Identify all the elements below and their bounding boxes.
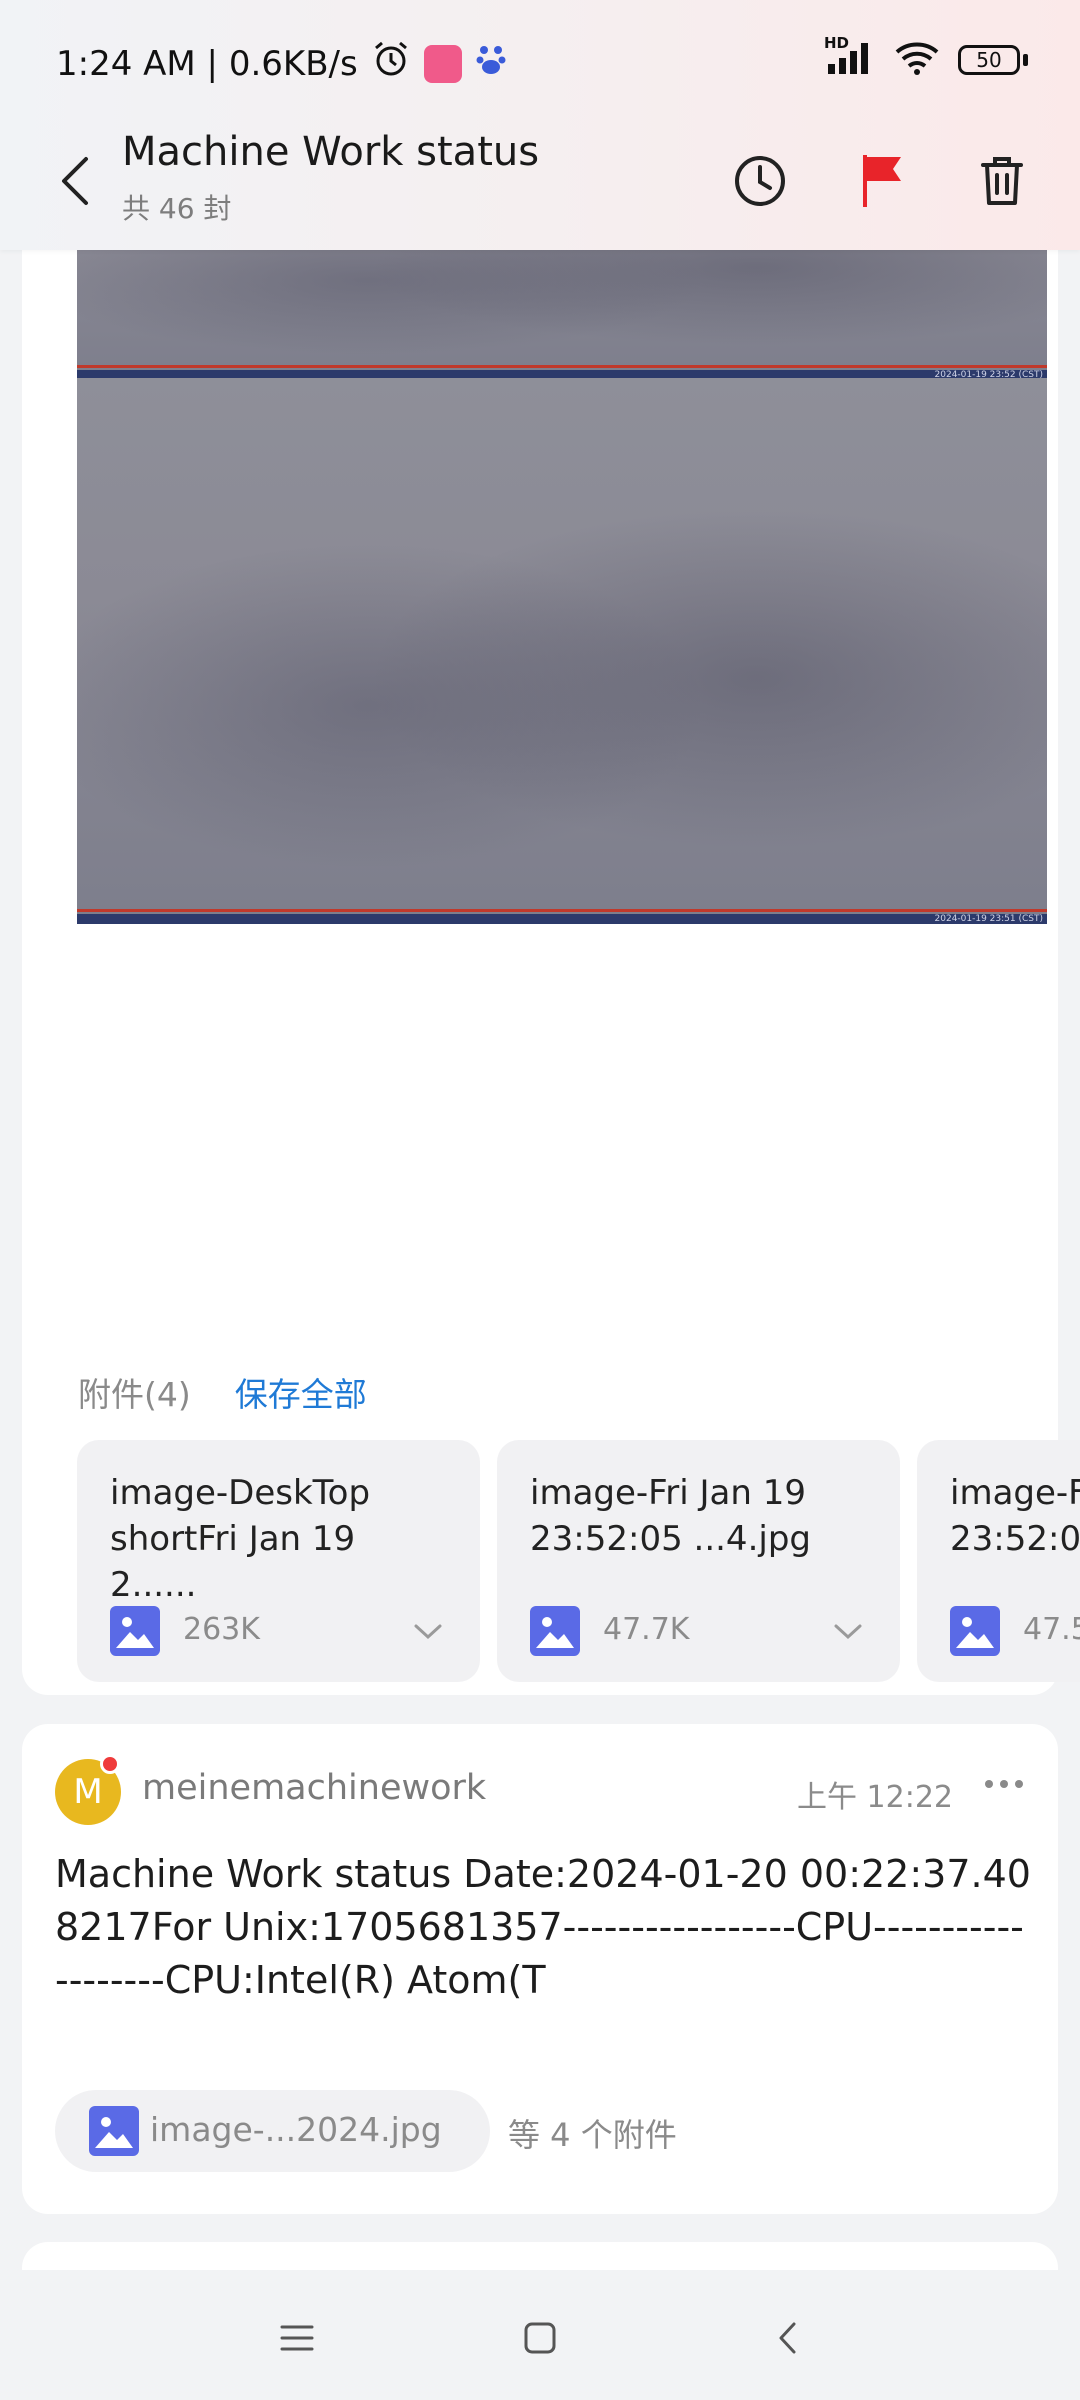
save-all-button[interactable]: 保存全部 xyxy=(235,1368,367,1416)
attachments-list[interactable]: image-DeskTop shortFri Jan 19 2...... 26… xyxy=(77,1440,1080,1682)
battery-level: 50 xyxy=(976,48,1002,72)
status-left: 1:24 AM | 0.6KB/s xyxy=(56,40,506,87)
email-card-collapsed[interactable]: M meinemachinework 上午 12:22 Machine Work… xyxy=(22,1724,1058,2214)
flag-icon[interactable] xyxy=(842,141,922,221)
email-card-expanded: 2024-01-19 23:52 (CST) 2024-01-19 23:51 … xyxy=(22,130,1080,1784)
baidu-app-icon xyxy=(476,42,506,85)
inline-image-main[interactable]: 2024-01-19 23:51 (CST) xyxy=(77,378,1047,924)
menu-icon[interactable] xyxy=(267,2308,327,2368)
attachments-label: 附件(4) xyxy=(78,1375,191,1414)
attachments-header: 附件(4) 保存全部 xyxy=(78,1368,367,1416)
attachment-name: image-...2024.jpg xyxy=(150,2110,442,2149)
attachment-size: 47.5K xyxy=(1023,1612,1080,1647)
nav-back-icon[interactable] xyxy=(758,2308,818,2368)
attachment-name: image-DeskTop shortFri Jan 19 2...... xyxy=(110,1473,371,1605)
chevron-down-icon[interactable] xyxy=(828,1612,868,1652)
attachment-name: image-Fri Jan 19 23:52:07 xyxy=(950,1473,1080,1559)
more-options-icon[interactable] xyxy=(974,1764,1034,1804)
wifi-icon xyxy=(894,40,940,80)
sender-name: meinemachinework xyxy=(142,1768,487,1808)
header: Machine Work status 共 46 封 xyxy=(0,125,1080,250)
image-file-icon xyxy=(950,1606,1000,1656)
attachment-card[interactable]: image-Fri Jan 19 23:52:07 47.5K xyxy=(917,1440,1080,1682)
bilibili-app-icon xyxy=(423,44,462,83)
clock-icon[interactable] xyxy=(720,141,800,221)
mail-thread-screen: 2024-01-19 23:52 (CST) 2024-01-19 23:51 … xyxy=(0,0,1080,2400)
back-button[interactable] xyxy=(40,145,112,217)
image-file-icon xyxy=(530,1606,580,1656)
page-title: Machine Work status xyxy=(122,129,540,175)
signal-icon: HD xyxy=(824,34,876,80)
attachment-count: 等 4 个附件 xyxy=(508,2116,677,2154)
home-icon[interactable] xyxy=(510,2308,570,2368)
mail-preview: Machine Work status Date:2024-01-20 00:2… xyxy=(55,1852,1031,2002)
attachment-name: image-Fri Jan 19 23:52:05 ...4.jpg xyxy=(530,1473,811,1559)
chevron-down-icon[interactable] xyxy=(408,1612,448,1652)
mail-time: 上午 12:22 xyxy=(797,1780,953,1815)
unread-dot xyxy=(100,1754,120,1774)
network-tag: HD xyxy=(824,34,850,52)
battery-icon: 50 xyxy=(958,43,1028,77)
image-timestamp: 2024-01-19 23:51 (CST) xyxy=(934,914,1043,924)
alarm-icon xyxy=(372,40,410,87)
status-right: HD 50 xyxy=(824,34,1028,80)
trash-icon[interactable] xyxy=(962,141,1042,221)
image-file-icon xyxy=(110,1606,160,1656)
image-file-icon xyxy=(89,2106,139,2156)
attachment-card[interactable]: image-Fri Jan 19 23:52:05 ...4.jpg 47.7K xyxy=(497,1440,900,1682)
attachment-card[interactable]: image-DeskTop shortFri Jan 19 2...... 26… xyxy=(77,1440,480,1682)
message-count: 共 46 封 xyxy=(122,192,232,225)
status-time: 1:24 AM | 0.6KB/s xyxy=(56,43,358,84)
system-nav-bar xyxy=(0,2270,1080,2400)
top-bar: 1:24 AM | 0.6KB/s HD 50 Machine Work sta… xyxy=(0,0,1080,250)
attachment-size: 263K xyxy=(183,1612,260,1647)
status-bar: 1:24 AM | 0.6KB/s HD 50 xyxy=(0,0,1080,125)
attachment-chip[interactable]: image-...2024.jpg xyxy=(55,2090,490,2172)
attachment-size: 47.7K xyxy=(603,1612,690,1647)
